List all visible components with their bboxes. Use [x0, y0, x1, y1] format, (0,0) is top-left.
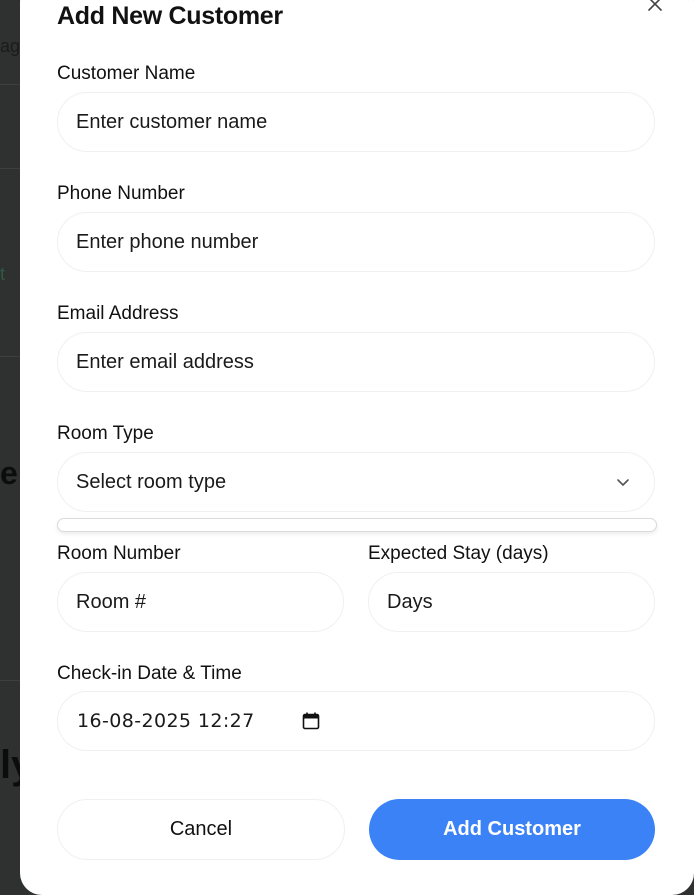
room-type-selected-value: Select room type	[76, 470, 227, 493]
email-address-label: Email Address	[57, 303, 179, 324]
phone-number-field[interactable]	[57, 212, 655, 272]
room-type-dropdown-menu	[57, 518, 657, 532]
close-button[interactable]	[644, 0, 666, 16]
backdrop-divider	[0, 84, 22, 85]
checkin-datetime-input[interactable]: 16-08-2025 12:27	[57, 691, 655, 751]
backdrop-text-fragment: e	[0, 455, 18, 491]
backdrop-divider	[0, 356, 22, 357]
phone-number-label: Phone Number	[57, 183, 185, 204]
backdrop-divider	[0, 680, 22, 681]
expected-stay-field[interactable]	[368, 572, 655, 632]
expected-stay-input[interactable]	[387, 590, 636, 614]
expected-stay-label: Expected Stay (days)	[368, 543, 549, 564]
cancel-button[interactable]: Cancel	[57, 799, 345, 860]
checkin-datetime-value: 16-08-2025 12:27	[77, 710, 255, 732]
add-customer-button[interactable]: Add Customer	[369, 799, 655, 860]
room-number-input[interactable]	[76, 590, 325, 614]
close-icon	[648, 0, 662, 11]
customer-name-field[interactable]	[57, 92, 655, 152]
modal-title: Add New Customer	[57, 2, 283, 30]
backdrop-text-fragment: ag	[0, 36, 21, 56]
checkin-label: Check-in Date & Time	[57, 663, 242, 684]
calendar-icon[interactable]	[301, 711, 321, 731]
room-number-label: Room Number	[57, 543, 181, 564]
chevron-down-icon	[617, 479, 629, 486]
room-type-select[interactable]: Select room type	[57, 452, 655, 512]
backdrop-text-fragment: t	[0, 264, 6, 284]
room-number-field[interactable]	[57, 572, 344, 632]
email-address-input[interactable]	[76, 350, 636, 374]
phone-number-input[interactable]	[76, 230, 636, 254]
customer-name-input[interactable]	[76, 110, 636, 134]
customer-name-label: Customer Name	[57, 63, 196, 84]
room-type-label: Room Type	[57, 423, 154, 444]
email-address-field[interactable]	[57, 332, 655, 392]
backdrop-divider	[0, 168, 22, 169]
